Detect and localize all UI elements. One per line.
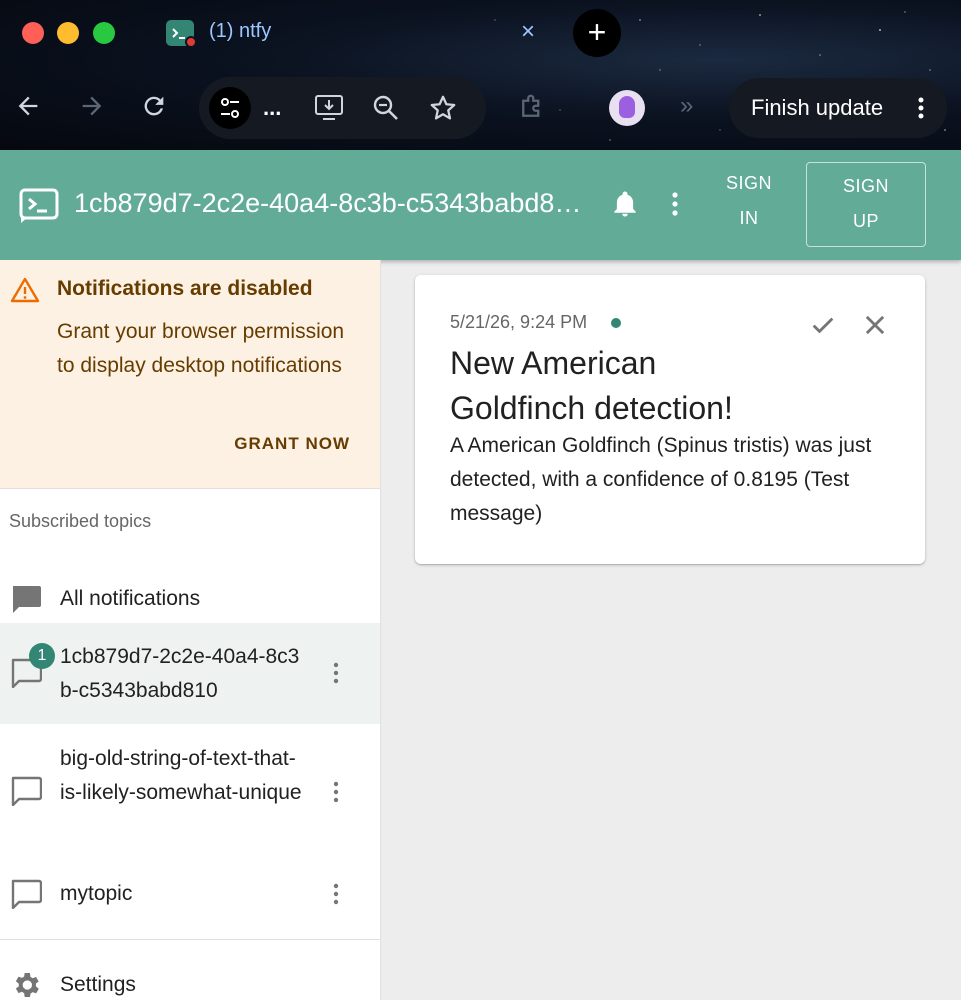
notification-message: A American Goldfinch (Spinus tristis) wa… xyxy=(450,434,872,525)
topic-more-icon[interactable] xyxy=(326,882,346,911)
forward-icon[interactable] xyxy=(78,92,106,127)
unread-count-badge: 1 xyxy=(29,643,55,669)
topic-more-icon[interactable] xyxy=(663,190,687,223)
delete-close-icon[interactable] xyxy=(861,311,889,344)
bookmark-star-icon[interactable] xyxy=(428,93,458,128)
sign-in-label-line2: IN xyxy=(739,208,759,228)
sidebar-item-label: All notifications xyxy=(60,587,201,610)
app-bar: 1cb879d7-2c2e-40a4-8c3b-c5343babd810 SIG… xyxy=(0,150,961,260)
sidebar-item-all-notifications[interactable]: All notifications xyxy=(0,570,380,628)
browser-menu-icon[interactable] xyxy=(917,96,925,120)
zoom-icon[interactable] xyxy=(371,93,401,128)
notification-dot-icon xyxy=(185,36,197,48)
notification-timestamp: 5/21/26, 9:24 PM xyxy=(450,312,588,332)
ntfy-logo-icon xyxy=(19,188,59,229)
finish-update-button[interactable]: Finish update xyxy=(729,78,947,138)
alert-body: Grant your browser permission to display… xyxy=(57,320,345,377)
sidebar-item-label: big-old-string-of-text-that-is-likely-so… xyxy=(60,747,302,804)
new-indicator-dot xyxy=(611,318,621,328)
sign-up-button[interactable]: SIGN UP xyxy=(806,162,926,247)
chat-bubble-outline-icon xyxy=(10,776,43,811)
overflow-chevron-icon[interactable]: » xyxy=(680,92,693,120)
topic-title: 1cb879d7-2c2e-40a4-8c3b-c5343babd810 xyxy=(74,188,584,218)
finish-update-label: Finish update xyxy=(751,95,884,120)
sidebar-item-settings[interactable]: Settings xyxy=(0,955,380,1000)
install-app-icon[interactable] xyxy=(313,93,345,128)
window-close-button[interactable] xyxy=(22,22,44,44)
notification-card: 5/21/26, 9:24 PM New American Goldfinch … xyxy=(415,275,925,564)
sign-in-button[interactable]: SIGN IN xyxy=(712,166,786,236)
omnibox[interactable]: ... xyxy=(199,77,486,139)
sidebar-item-label: 1cb879d7-2c2e-40a4-8c3b-c5343babd810 xyxy=(60,645,300,702)
grant-now-button[interactable]: GRANT NOW xyxy=(234,434,350,454)
notifications-disabled-alert: Notifications are disabled Grant your br… xyxy=(0,260,380,488)
notification-title: New American Goldfinch detection! xyxy=(450,345,733,426)
sidebar-item-label: mytopic xyxy=(60,882,133,905)
sidebar-item-label: Settings xyxy=(60,973,136,996)
chat-bubble-outline-icon xyxy=(10,879,43,914)
new-tab-button[interactable]: + xyxy=(573,9,621,57)
chat-bubble-filled-icon xyxy=(10,584,42,619)
bell-icon[interactable] xyxy=(610,188,640,225)
browser-chrome: (1) ntfy × + ... » Finish update xyxy=(0,0,961,150)
ntfy-favicon-icon xyxy=(166,20,197,48)
sign-up-label-line2: UP xyxy=(852,211,879,231)
reload-icon[interactable] xyxy=(140,92,168,127)
sign-in-label-line1: SIGN xyxy=(725,173,772,193)
back-icon[interactable] xyxy=(14,92,42,127)
warning-icon xyxy=(10,276,40,309)
topic-more-icon[interactable] xyxy=(326,661,346,690)
site-settings-icon[interactable] xyxy=(209,87,251,129)
subscribed-topics-header: Subscribed topics xyxy=(9,511,152,531)
sidebar-item-topic[interactable]: big-old-string-of-text-that-is-likely-so… xyxy=(0,740,380,840)
alert-title: Notifications are disabled xyxy=(57,277,313,300)
mark-read-check-icon[interactable] xyxy=(808,311,838,344)
sidebar: Notifications are disabled Grant your br… xyxy=(0,260,381,1000)
window-minimize-button[interactable] xyxy=(57,22,79,44)
divider xyxy=(0,939,380,940)
profile-avatar[interactable] xyxy=(609,90,645,126)
sidebar-item-topic[interactable]: 1 1cb879d7-2c2e-40a4-8c3b-c5343babd810 xyxy=(0,623,380,724)
extensions-icon[interactable] xyxy=(517,92,547,127)
browser-tab-title[interactable]: (1) ntfy xyxy=(209,20,271,43)
topic-more-icon[interactable] xyxy=(326,780,346,809)
divider xyxy=(0,488,380,489)
gear-icon xyxy=(10,969,42,1000)
tab-close-button[interactable]: × xyxy=(521,18,535,46)
omnibox-ellipsis[interactable]: ... xyxy=(263,95,281,121)
sign-up-label-line1: SIGN xyxy=(842,176,889,196)
sidebar-item-topic[interactable]: mytopic xyxy=(0,865,380,923)
window-zoom-button[interactable] xyxy=(93,22,115,44)
